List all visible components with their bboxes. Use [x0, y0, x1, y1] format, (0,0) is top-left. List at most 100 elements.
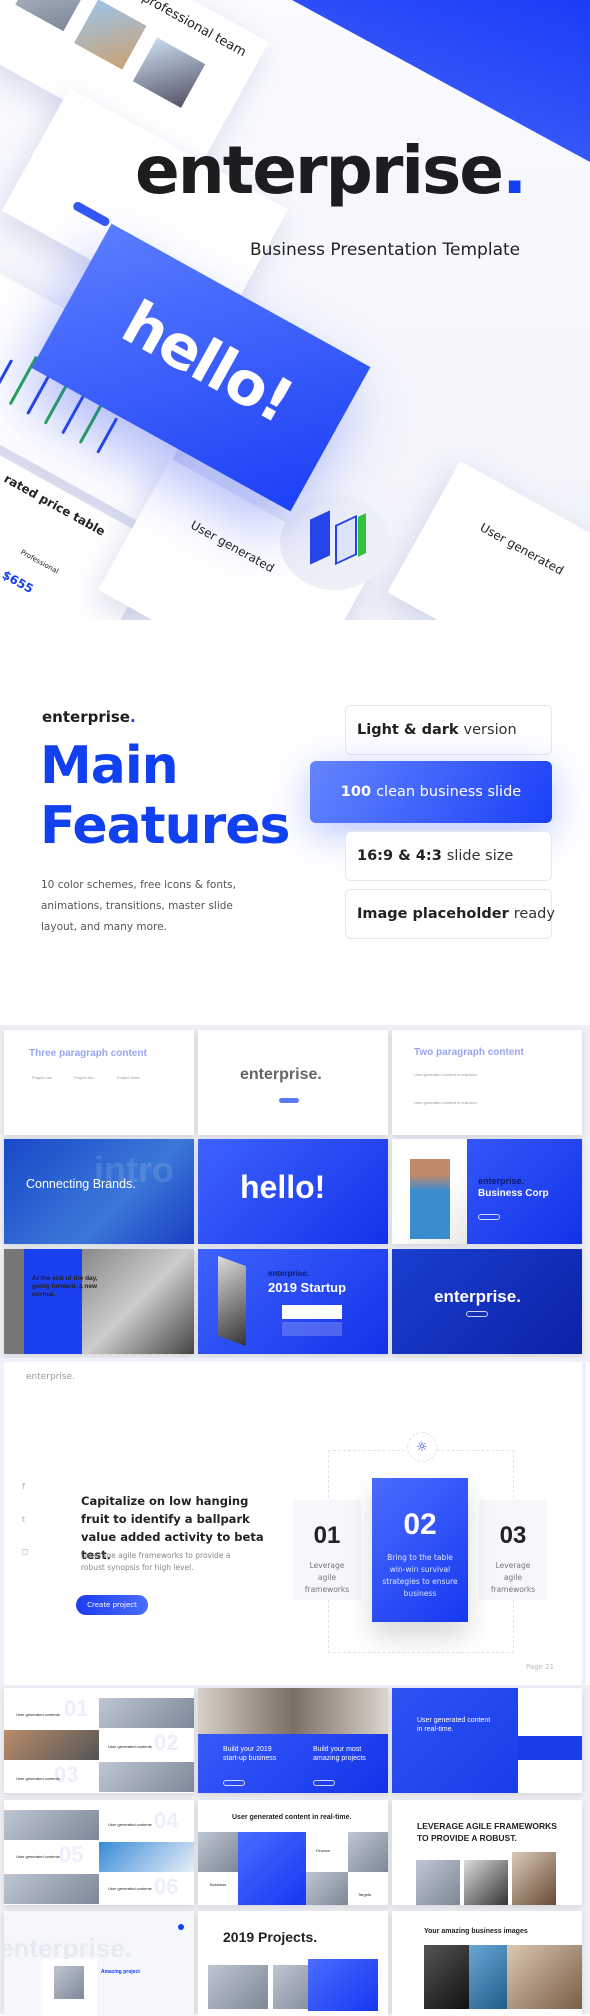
slide-text: enterprise.	[434, 1287, 521, 1306]
slide-text: Project three	[117, 1075, 140, 1080]
slide-user-contents-1: 01 02 03 User generated contents User ge…	[4, 1688, 194, 1793]
lightbulb-icon: ☼	[407, 1432, 437, 1462]
image-placeholder	[4, 1810, 99, 1840]
brand-title: enterprise.	[135, 132, 527, 209]
step-card-03: 03 Leverage agile frameworks	[479, 1500, 547, 1600]
image-placeholder	[424, 1945, 469, 2009]
slide-text: User generated content in real-time.	[414, 1072, 478, 1077]
slide-text: Your amazing business images	[424, 1928, 528, 1935]
slide-text: Two paragraph content	[414, 1047, 524, 1058]
featured-subtext: Leverage agile frameworks to provide a r…	[81, 1551, 231, 1572]
mock-button	[71, 200, 112, 228]
slide-text: Project two	[74, 1075, 94, 1080]
slide-text: 2019 Startup	[268, 1280, 347, 1295]
feature-image-placeholder: Image placeholder ready	[345, 889, 555, 939]
image-placeholder	[4, 1730, 99, 1760]
slide-text: 06	[154, 1874, 179, 1899]
features-title-line1: Main	[40, 736, 179, 796]
slide-text: 01	[64, 1696, 89, 1721]
features-section: enterprise. Main Features 10 color schem…	[0, 620, 590, 1025]
image-placeholder	[410, 1159, 450, 1239]
slide-text: 03	[54, 1762, 79, 1787]
image-placeholder	[99, 1698, 194, 1728]
slide-text: User generated contents	[108, 1744, 152, 1749]
slide-text: User generated contents	[16, 1712, 60, 1717]
slide-text: 05	[59, 1842, 84, 1867]
slide-enterprise-title: enterprise.	[198, 1030, 388, 1135]
isometric-illustration	[280, 495, 390, 590]
chart-bar	[61, 390, 88, 435]
slide-button	[478, 1214, 500, 1220]
brand-subtitle: Business Presentation Template	[250, 240, 521, 260]
slide-leverage-agile: LEVERAGE AGILE FRAMEWORKS TO PROVIDE A R…	[392, 1800, 582, 1905]
instagram-icon[interactable]: ◻	[22, 1547, 29, 1556]
chart-bar	[0, 359, 14, 396]
chart-bar	[26, 374, 51, 415]
slide-text: Business Corp	[478, 1188, 549, 1199]
image-placeholder	[54, 1966, 84, 1999]
twitter-icon[interactable]: t	[22, 1515, 25, 1524]
slide-amazing-project: enterprise. Amazing project	[4, 1911, 194, 2016]
image-placeholder	[198, 1832, 238, 1872]
image-placeholder	[4, 1874, 99, 1904]
feature-clean-slides: 100 clean business slide	[310, 761, 552, 823]
create-project-button[interactable]: Create project	[76, 1595, 148, 1615]
slide-hello: hello!	[198, 1139, 388, 1244]
featured-slide: enterprise. f t ◻ Capitalize on low hang…	[4, 1362, 582, 1685]
slide-text: User generated content in real-time.	[417, 1717, 491, 1733]
image-placeholder	[512, 1852, 556, 1905]
slide-text: Connecting Brands.	[26, 1177, 136, 1191]
image-placeholder	[82, 1249, 194, 1354]
slide-text: At the end of the day, going forward, a …	[32, 1275, 98, 1298]
image-placeholder	[99, 1762, 194, 1792]
slide-business-corp: enterprise. Business Corp	[392, 1139, 582, 1244]
image-placeholder	[416, 1860, 460, 1905]
image-placeholder	[464, 1860, 508, 1905]
feature-light-dark: Light & dark version	[345, 705, 552, 755]
facebook-icon[interactable]: f	[22, 1482, 25, 1491]
slide-button	[313, 1780, 335, 1786]
slide-text: Amazing project	[101, 1969, 140, 1975]
team-photo	[74, 0, 147, 70]
slide-text: enterprise.	[240, 1066, 322, 1083]
slide-business-images: Your amazing business images	[392, 1911, 582, 2016]
chart-bar	[96, 417, 119, 454]
slide-2019-startup: enterprise. 2019 Startup	[198, 1249, 388, 1354]
image-placeholder	[507, 1945, 582, 2009]
slide-text: Finance	[316, 1848, 331, 1853]
slide-text: Project one	[32, 1075, 53, 1080]
slide-text: User generated contents	[16, 1776, 60, 1781]
slide-text: Three paragraph content	[29, 1048, 147, 1059]
slide-enterprise-dark: enterprise.	[392, 1249, 582, 1354]
slide-text: enterprise.	[478, 1176, 525, 1186]
slide-2019-projects: 2019 Projects.	[198, 1911, 388, 2016]
hero-section: Our professional team rated price table …	[0, 0, 590, 620]
slide-text: Business	[210, 1882, 227, 1887]
slide-text: User generated contents	[16, 1854, 60, 1859]
slide-text: hello!	[240, 1169, 326, 1205]
slide-connecting-brands: intro Connecting Brands.	[4, 1139, 194, 1244]
slide-text: 04	[154, 1808, 179, 1833]
image-placeholder	[208, 1965, 268, 2009]
slide-button	[223, 1780, 245, 1786]
image-placeholder	[469, 1945, 507, 2009]
slide-text: Build your most amazing projects	[313, 1746, 366, 1762]
slide-realtime-categories: User generated content in real-time. Bus…	[198, 1800, 388, 1905]
slide-three-paragraph: Three paragraph content Project one Proj…	[4, 1030, 194, 1135]
page-number: Page 21	[526, 1663, 555, 1671]
team-photo	[132, 37, 206, 108]
feature-slide-size: 16:9 & 4:3 slide size	[345, 831, 552, 881]
slide-text: Build your 2019 start-up business	[223, 1746, 277, 1762]
slide-text: enterprise.	[268, 1269, 309, 1278]
mockup-user-generated-slide-2: User generated	[387, 461, 590, 620]
image-placeholder	[306, 1872, 348, 1905]
slide-two-paragraph: Two paragraph content User generated con…	[392, 1030, 582, 1135]
slide-user-contents-2: 04 05 06 User generated contents User ge…	[4, 1800, 194, 1905]
slide-button	[466, 1311, 488, 1317]
slide-user-content-realtime: User generated content in real-time.	[392, 1688, 582, 1793]
slide-text: User generated content in real-time.	[232, 1814, 352, 1821]
team-photo	[15, 0, 88, 32]
slide-text: User generated contents	[108, 1886, 152, 1891]
step-card-01: 01 Leverage agile frameworks	[293, 1500, 361, 1600]
slide-end-of-day: At the end of the day, going forward, a …	[4, 1249, 194, 1354]
